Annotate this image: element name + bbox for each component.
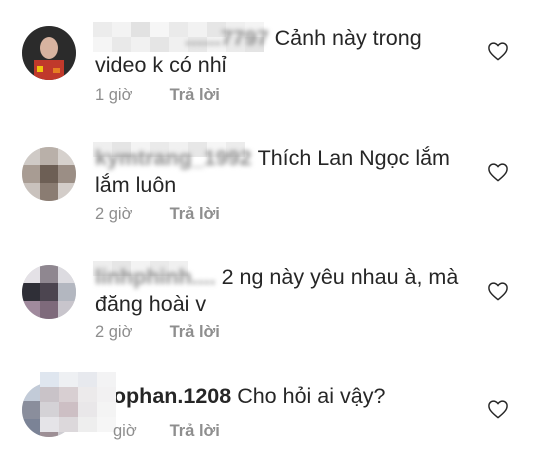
comment-time: 2 giờ [95, 323, 133, 341]
comment-text-block: linhphinh.... 2 ng này yêu nhau à, mà đă… [93, 261, 465, 318]
avatar[interactable] [22, 147, 76, 201]
avatar[interactable] [22, 265, 76, 319]
reply-button[interactable]: Trả lời [170, 205, 220, 223]
comment-time: giờ [113, 422, 137, 440]
comment-text-block: ......7797 Cảnh này trong video k có nhỉ [93, 22, 465, 79]
avatar[interactable] [22, 26, 76, 80]
comment-username[interactable]: ...ophan.1208 [95, 384, 237, 408]
comment-item: kymtrang_1992 Thích Lan Ngọc lắm lắm luô… [0, 120, 540, 238]
username-text: ......7797 [185, 26, 269, 50]
reply-button[interactable]: Trả lời [170, 86, 220, 104]
comment-item: ......7797 Cảnh này trong video k có nhỉ… [0, 0, 540, 118]
heart-outline-icon[interactable] [487, 162, 509, 182]
comment-meta: 2 giờ Trả lời [95, 205, 220, 224]
reply-button[interactable]: Trả lời [170, 323, 220, 341]
comment-username[interactable]: kymtrang_1992 [93, 142, 258, 170]
comment-time: 2 giờ [95, 205, 133, 223]
heart-outline-icon[interactable] [487, 41, 509, 61]
comment-meta: 2 giờ Trả lời [95, 323, 220, 342]
comment-text-block: ...ophan.1208 Cho hỏi ai vậy? [95, 383, 465, 410]
comment-username[interactable]: linhphinh.... [93, 261, 222, 289]
comment-time: 1 giờ [95, 86, 133, 104]
username-text: kymtrang_1992 [95, 146, 252, 170]
comment-item: ...ophan.1208 Cho hỏi ai vậy? giờ Trả lờ… [0, 358, 540, 476]
comment-body: Cho hỏi ai vậy? [237, 384, 386, 408]
comment-item: linhphinh.... 2 ng này yêu nhau à, mà đă… [0, 239, 540, 357]
heart-outline-icon[interactable] [487, 399, 509, 419]
comment-username[interactable]: ......7797 [93, 22, 275, 52]
comment-text-block: kymtrang_1992 Thích Lan Ngọc lắm lắm luô… [93, 142, 465, 199]
reply-button[interactable]: Trả lời [170, 422, 220, 440]
heart-outline-icon[interactable] [487, 281, 509, 301]
comment-meta: giờ Trả lời [95, 422, 220, 441]
username-text: linhphinh.... [95, 265, 216, 289]
comment-meta: 1 giờ Trả lời [95, 86, 220, 105]
